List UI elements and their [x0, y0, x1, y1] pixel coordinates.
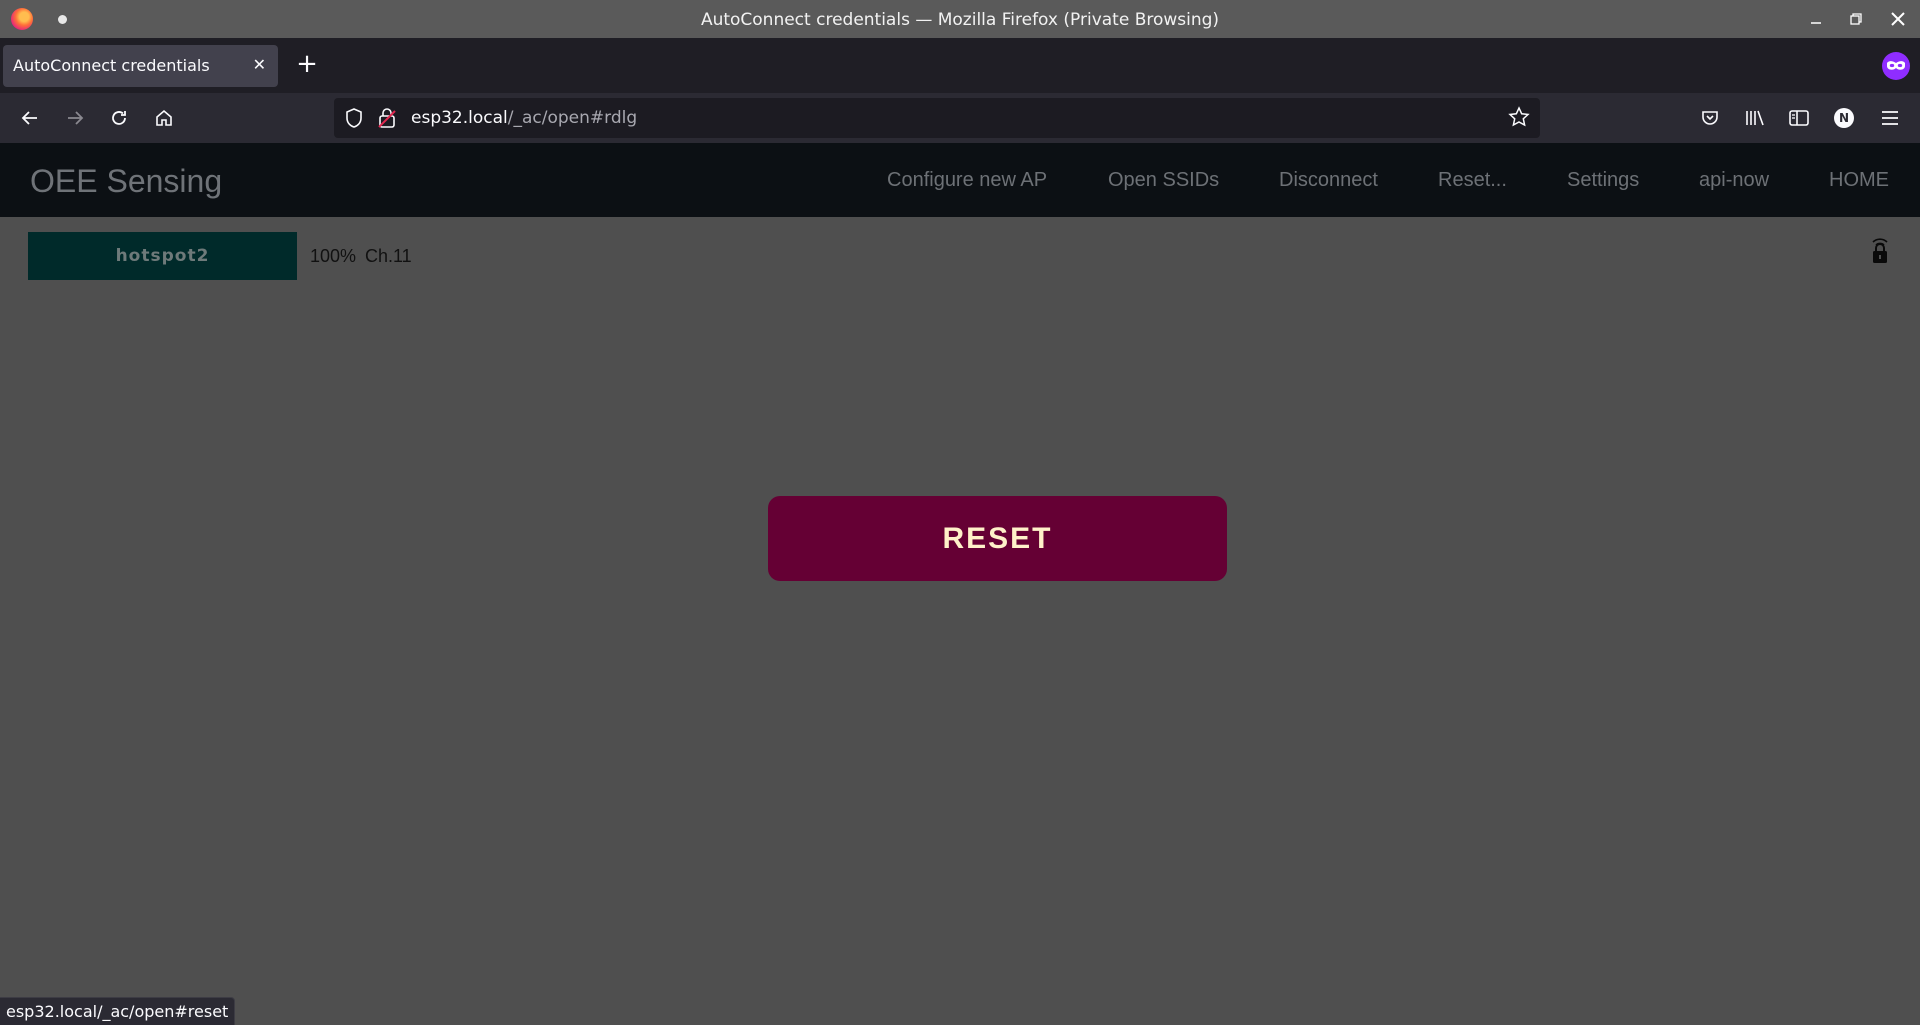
- site-brand-title: OEE Sensing: [30, 163, 223, 199]
- url-bar[interactable]: esp32.local/_ac/open#rdlg: [334, 98, 1540, 138]
- window-title: AutoConnect credentials — Mozilla Firefo…: [700, 10, 1220, 30]
- insecure-lock-icon[interactable]: [377, 107, 397, 134]
- link-status-bar: esp32.local/_ac/open#reset: [0, 997, 236, 1025]
- menu-settings[interactable]: Settings: [1567, 169, 1639, 192]
- menu-api-now[interactable]: api-now: [1699, 169, 1769, 192]
- menu-configure-new-ap[interactable]: Configure new AP: [887, 169, 1047, 192]
- private-browsing-mask-icon: [1882, 52, 1910, 80]
- bookmark-star-icon[interactable]: [1508, 106, 1530, 133]
- forward-arrow-icon[interactable]: [61, 104, 89, 132]
- reload-icon[interactable]: [105, 104, 133, 132]
- tracking-protection-shield-icon[interactable]: [344, 107, 364, 134]
- minimize-icon[interactable]: [1803, 6, 1829, 32]
- pocket-icon[interactable]: [1696, 104, 1724, 132]
- navigation-toolbar: esp32.local/_ac/open#rdlg N: [0, 93, 1920, 143]
- close-icon[interactable]: [1885, 6, 1911, 32]
- window-titlebar: AutoConnect credentials — Mozilla Firefo…: [0, 0, 1920, 38]
- tab-autoconnect-credentials[interactable]: AutoConnect credentials ✕: [3, 45, 278, 87]
- ap-ssid-button[interactable]: hotspot2: [28, 232, 297, 280]
- tab-strip: AutoConnect credentials ✕ +: [0, 38, 1920, 93]
- wifi-lock-icon: [1869, 236, 1891, 271]
- back-arrow-icon[interactable]: [16, 104, 44, 132]
- menu-disconnect[interactable]: Disconnect: [1279, 169, 1378, 192]
- ap-signal-strength: 100%: [310, 246, 357, 266]
- ap-channel: Ch.11: [365, 246, 412, 266]
- site-header: OEE Sensing Configure new AP Open SSIDs …: [0, 143, 1920, 217]
- account-avatar-icon[interactable]: N: [1830, 104, 1858, 132]
- sidebar-toggle-icon[interactable]: [1785, 104, 1813, 132]
- menu-open-ssids[interactable]: Open SSIDs: [1108, 169, 1219, 192]
- tab-label: AutoConnect credentials: [13, 56, 210, 75]
- library-icon[interactable]: [1741, 104, 1769, 132]
- menu-reset[interactable]: Reset...: [1438, 169, 1507, 192]
- url-text[interactable]: esp32.local/_ac/open#rdlg: [411, 108, 637, 128]
- maximize-icon[interactable]: [1843, 6, 1869, 32]
- menu-home[interactable]: HOME: [1829, 169, 1889, 192]
- tab-close-icon[interactable]: ✕: [253, 55, 266, 74]
- home-icon[interactable]: [150, 104, 178, 132]
- new-tab-plus-icon[interactable]: +: [293, 51, 321, 79]
- hamburger-menu-icon[interactable]: [1876, 104, 1904, 132]
- reset-button[interactable]: RESET: [768, 496, 1227, 581]
